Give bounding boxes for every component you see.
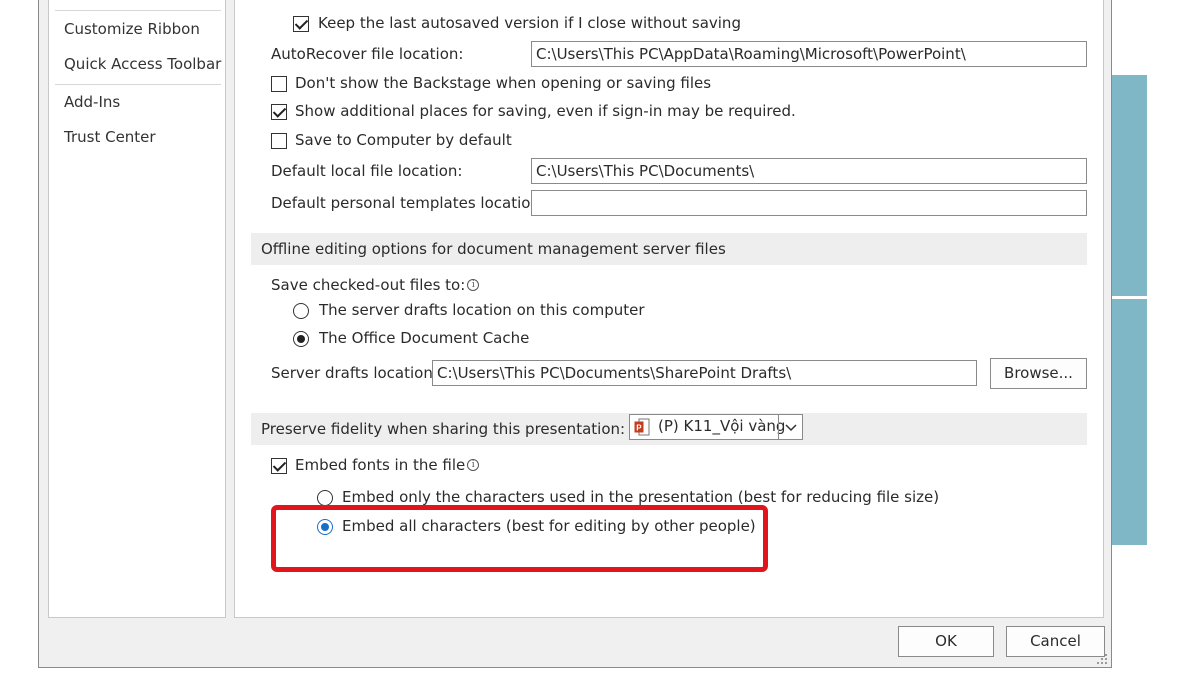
presentation-select[interactable]: P (P) K11_Vội vàng	[629, 414, 803, 440]
keep-last-autosaved-checkbox[interactable]	[293, 16, 309, 32]
ok-button[interactable]: OK	[898, 626, 994, 657]
default-local-location-field[interactable]: C:\Users\This PC\Documents\	[531, 158, 1087, 184]
dont-show-backstage-checkbox[interactable]	[271, 76, 287, 92]
background-accent-divider	[1110, 296, 1147, 299]
nav-item-customize-ribbon[interactable]: Customize Ribbon	[64, 20, 200, 38]
annotation-highlight-box	[271, 505, 768, 572]
default-templates-location-field[interactable]	[531, 190, 1087, 216]
save-to-computer-checkbox[interactable]	[271, 133, 287, 149]
server-drafts-radio[interactable]	[293, 303, 309, 319]
cancel-button[interactable]: Cancel	[1006, 626, 1105, 657]
nav-item-add-ins[interactable]: Add-Ins	[64, 93, 120, 111]
autorecover-location-field[interactable]: C:\Users\This PC\AppData\Roaming\Microso…	[531, 41, 1087, 67]
server-drafts-location-label: Server drafts location:	[271, 364, 438, 382]
server-drafts-location-field[interactable]: C:\Users\This PC\Documents\SharePoint Dr…	[432, 360, 977, 386]
save-to-computer-label: Save to Computer by default	[295, 131, 512, 149]
nav-item-quick-access-toolbar[interactable]: Quick Access Toolbar	[64, 55, 221, 73]
background-accent-bar	[1110, 75, 1147, 545]
presentation-select-value: (P) K11_Vội vàng	[658, 417, 786, 435]
embed-fonts-label: Embed fonts in the file i	[295, 456, 480, 474]
keep-last-autosaved-label: Keep the last autosaved version if I clo…	[318, 14, 741, 32]
embed-only-used-label: Embed only the characters used in the pr…	[342, 488, 940, 506]
resize-grip-icon[interactable]	[1095, 652, 1109, 666]
default-templates-location-label: Default personal templates location:	[271, 194, 545, 212]
embed-fonts-checkbox[interactable]	[271, 458, 287, 474]
offline-editing-section-header: Offline editing options for document man…	[251, 233, 1087, 265]
info-icon: i	[467, 459, 480, 471]
office-document-cache-radio[interactable]	[293, 331, 309, 347]
save-checked-out-label: Save checked-out files to: i	[271, 276, 480, 294]
nav-separator	[55, 84, 221, 85]
chevron-down-icon[interactable]	[778, 415, 802, 439]
save-checked-out-text: Save checked-out files to:	[271, 276, 466, 294]
server-drafts-radio-label: The server drafts location on this compu…	[319, 301, 645, 319]
powerpoint-file-icon: P	[634, 418, 650, 436]
svg-text:P: P	[636, 424, 642, 433]
office-document-cache-radio-label: The Office Document Cache	[319, 329, 530, 347]
nav-item-trust-center[interactable]: Trust Center	[64, 128, 156, 146]
nav-separator	[55, 10, 221, 11]
autorecover-location-label: AutoRecover file location:	[271, 45, 464, 63]
show-additional-places-checkbox[interactable]	[271, 104, 287, 120]
browse-button[interactable]: Browse...	[990, 358, 1087, 389]
dont-show-backstage-label: Don't show the Backstage when opening or…	[295, 74, 712, 92]
default-local-location-label: Default local file location:	[271, 162, 463, 180]
embed-fonts-text: Embed fonts in the file	[295, 456, 466, 474]
embed-only-used-radio[interactable]	[317, 490, 333, 506]
show-additional-places-label: Show additional places for saving, even …	[295, 102, 796, 120]
info-icon: i	[467, 279, 480, 291]
options-nav-pane: Customize Ribbon Quick Access Toolbar Ad…	[48, 0, 226, 618]
